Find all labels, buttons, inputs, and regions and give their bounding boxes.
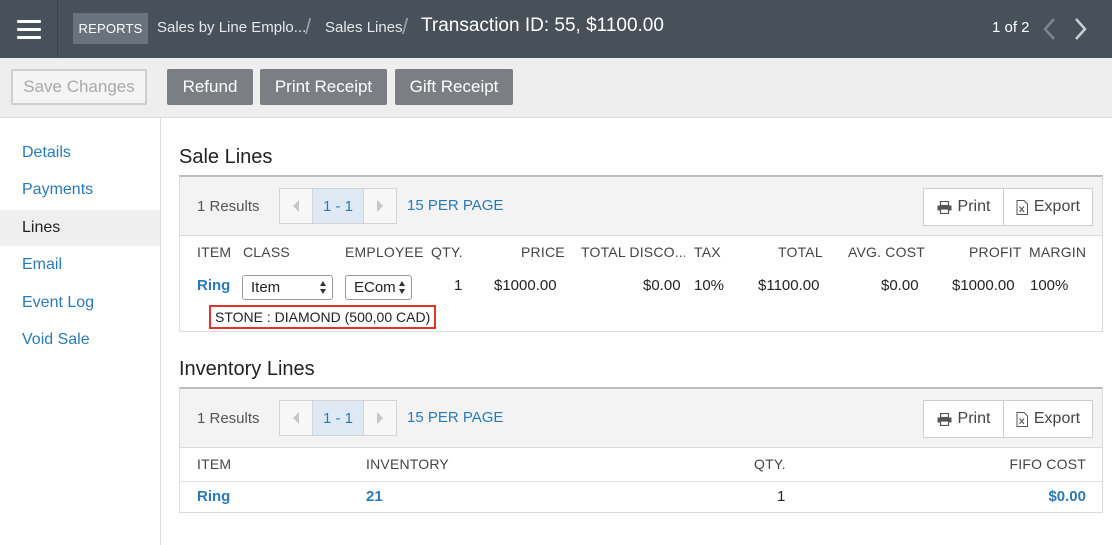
action-toolbar: Save Changes Refund Print Receipt Gift R…: [0, 58, 1112, 118]
gift-receipt-button[interactable]: Gift Receipt: [395, 69, 513, 105]
column-header-inventory[interactable]: INVENTORY: [366, 456, 449, 472]
print-export-group: Print Export: [923, 188, 1093, 226]
column-header-qty[interactable]: QTY.: [431, 244, 463, 260]
pagination: 1 - 1: [279, 188, 397, 224]
export-label: Export: [1033, 198, 1081, 215]
sidebar-item-lines[interactable]: Lines: [0, 210, 160, 246]
employee-select[interactable]: ECom: [345, 275, 412, 300]
column-header-item[interactable]: ITEM: [197, 456, 231, 472]
inventory-line-fifo-cost[interactable]: $0.00: [986, 488, 1086, 505]
column-header-item[interactable]: ITEM: [197, 244, 231, 260]
per-page-selector[interactable]: 15 PER PAGE: [407, 409, 503, 426]
sale-line-tax: 10%: [694, 277, 725, 294]
triangle-left-icon: [293, 200, 299, 212]
top-bar: REPORTS Sales by Line Emplo... / Sales L…: [0, 0, 1112, 58]
excel-file-icon: [1016, 411, 1028, 427]
breadcrumb-sales-lines[interactable]: Sales Lines: [325, 19, 403, 36]
results-count: 1 Results: [197, 198, 260, 215]
hamburger-icon: [16, 19, 41, 39]
print-button[interactable]: Print: [924, 401, 1004, 437]
sale-line-qty: 1: [454, 277, 463, 294]
column-header-total[interactable]: TOTAL: [778, 244, 823, 260]
prev-page-button[interactable]: [280, 189, 312, 223]
sale-line-total: $1100.00: [758, 277, 820, 294]
sale-lines-title: Sale Lines: [179, 146, 273, 168]
chevron-left-icon: [1043, 18, 1055, 40]
column-header-price[interactable]: PRICE: [521, 244, 565, 260]
sale-line-discount: $0.00: [643, 277, 681, 294]
breadcrumb-separator: /: [305, 14, 312, 39]
triangle-left-icon: [293, 412, 299, 424]
sale-lines-controls: 1 Results 1 - 1 15 PER PAGE Print Export: [180, 177, 1102, 236]
column-header-profit[interactable]: PROFIT: [969, 244, 1022, 260]
print-export-group: Print Export: [923, 400, 1093, 438]
column-header-avg-cost[interactable]: AVG. COST: [848, 244, 925, 260]
select-caret-icon: [320, 281, 326, 294]
print-label: Print: [957, 410, 991, 427]
inventory-line-item-link[interactable]: Ring: [197, 488, 230, 505]
next-page-button[interactable]: [364, 189, 396, 223]
page-title: Transaction ID: 55, $1100.00: [421, 15, 664, 36]
save-changes-button[interactable]: Save Changes: [11, 69, 147, 105]
sidebar-item-details[interactable]: Details: [0, 135, 160, 171]
refund-button[interactable]: Refund: [167, 69, 253, 105]
sidebar-item-email[interactable]: Email: [0, 247, 160, 283]
page-range: 1 - 1: [312, 189, 364, 223]
column-header-employee[interactable]: EMPLOYEE: [345, 244, 424, 260]
inventory-lines-controls: 1 Results 1 - 1 15 PER PAGE Print Export: [180, 389, 1102, 448]
menu-button[interactable]: [0, 0, 58, 58]
sale-line-item-link[interactable]: Ring: [197, 277, 230, 294]
chevron-right-icon: [1075, 18, 1087, 40]
triangle-right-icon: [377, 200, 383, 212]
prev-page-button[interactable]: [280, 401, 312, 435]
column-header-fifo-cost[interactable]: FIFO COST: [986, 456, 1086, 472]
export-label: Export: [1033, 410, 1081, 427]
sidebar-item-event-log[interactable]: Event Log: [0, 285, 160, 321]
column-header-margin[interactable]: MARGIN: [1029, 244, 1086, 260]
pagination: 1 - 1: [279, 400, 397, 436]
column-header-class[interactable]: CLASS: [243, 244, 290, 260]
page-range: 1 - 1: [312, 401, 364, 435]
breadcrumb-sales-by-line[interactable]: Sales by Line Emplo...: [157, 19, 306, 36]
select-caret-icon: [399, 281, 405, 294]
sale-line-price: $1000.00: [494, 277, 557, 294]
row-divider: [180, 481, 1102, 482]
print-button[interactable]: Print: [924, 189, 1004, 225]
sale-line-avg-cost: $0.00: [881, 277, 919, 294]
per-page-selector[interactable]: 15 PER PAGE: [407, 197, 503, 214]
print-label: Print: [957, 198, 991, 215]
reports-button[interactable]: REPORTS: [73, 13, 148, 44]
excel-file-icon: [1016, 199, 1028, 215]
results-count: 1 Results: [197, 410, 260, 427]
class-select[interactable]: Item: [242, 275, 333, 300]
sale-line-profit: $1000.00: [952, 277, 1015, 294]
inventory-lines-title: Inventory Lines: [179, 358, 315, 380]
printer-icon: [937, 412, 952, 426]
column-header-tax[interactable]: TAX: [694, 244, 721, 260]
export-button[interactable]: Export: [1004, 401, 1092, 437]
sale-line-margin: 100%: [1030, 277, 1069, 294]
export-button[interactable]: Export: [1004, 189, 1092, 225]
inventory-lines-panel: 1 Results 1 - 1 15 PER PAGE Print Export…: [179, 387, 1103, 513]
breadcrumb-separator: /: [402, 14, 409, 39]
next-record-button[interactable]: [1070, 15, 1090, 43]
column-header-total-discount[interactable]: TOTAL DISCO...: [581, 244, 685, 260]
sidebar-item-payments[interactable]: Payments: [0, 172, 160, 208]
sidebar-item-void-sale[interactable]: Void Sale: [0, 322, 160, 358]
next-page-button[interactable]: [364, 401, 396, 435]
record-pager: 1 of 2: [992, 19, 1030, 36]
sale-lines-panel: 1 Results 1 - 1 15 PER PAGE Print Export…: [179, 175, 1103, 332]
previous-record-button[interactable]: [1040, 15, 1060, 43]
print-receipt-button[interactable]: Print Receipt: [260, 69, 387, 105]
class-select-value: Item: [251, 279, 281, 296]
printer-icon: [937, 200, 952, 214]
triangle-right-icon: [377, 412, 383, 424]
inventory-line-qty: 1: [777, 488, 786, 505]
employee-select-value: ECom: [354, 279, 396, 296]
column-header-qty[interactable]: QTY.: [754, 456, 786, 472]
sidebar: Details Payments Lines Email Event Log V…: [0, 118, 161, 545]
sale-line-note: STONE : DIAMOND (500,00 CAD): [209, 305, 437, 329]
inventory-line-inventory-link[interactable]: 21: [366, 488, 383, 505]
